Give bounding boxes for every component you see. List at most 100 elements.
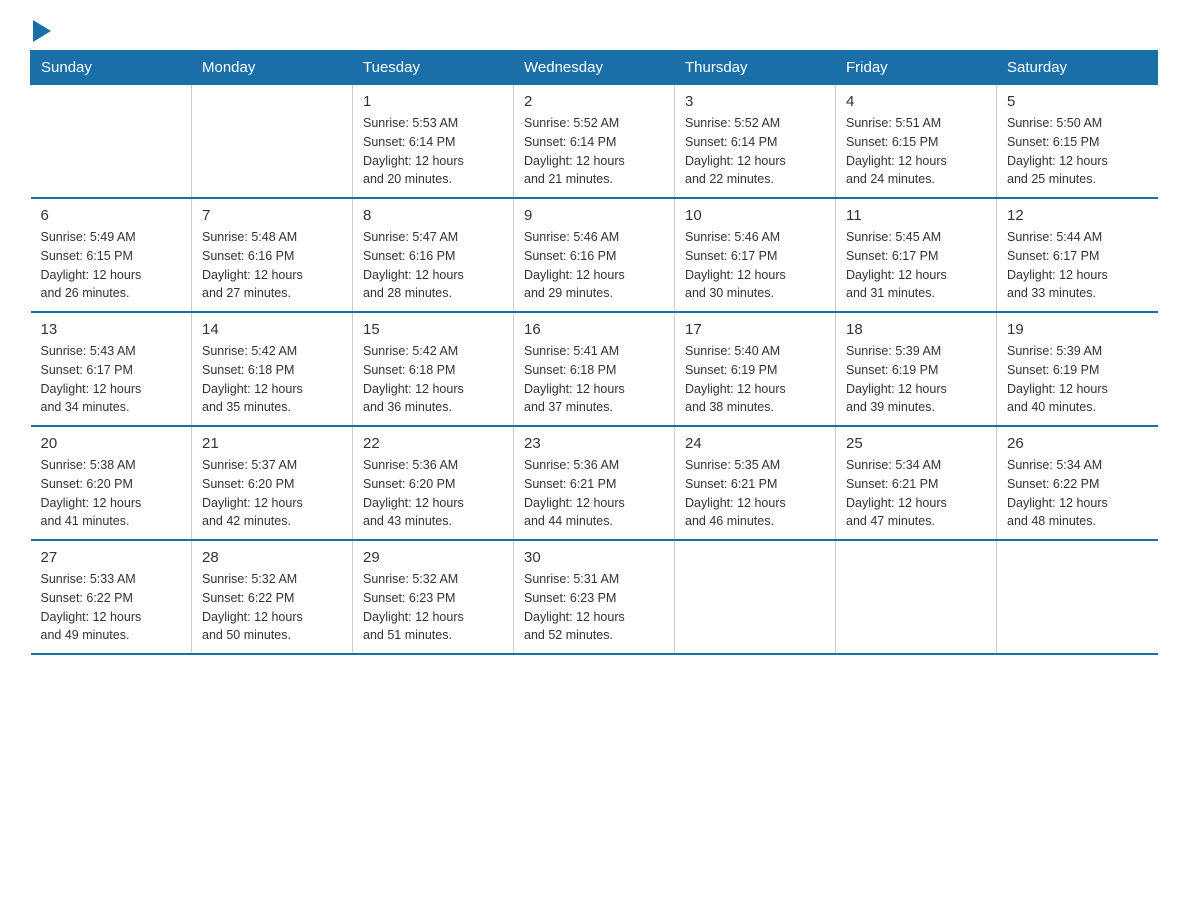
weekday-header-saturday: Saturday (997, 51, 1158, 85)
calendar-week-4: 20 Sunrise: 5:38 AMSunset: 6:20 PMDayligh… (31, 426, 1158, 540)
calendar-cell: 19 Sunrise: 5:39 AMSunset: 6:19 PMDayligh… (997, 312, 1158, 426)
day-info: Sunrise: 5:35 AMSunset: 6:21 PMDaylight:… (685, 456, 825, 531)
calendar-cell: 7 Sunrise: 5:48 AMSunset: 6:16 PMDaylight… (192, 198, 353, 312)
day-info: Sunrise: 5:46 AMSunset: 6:16 PMDaylight:… (524, 228, 664, 303)
header (30, 20, 1158, 42)
day-info: Sunrise: 5:33 AMSunset: 6:22 PMDaylight:… (41, 570, 182, 645)
day-info: Sunrise: 5:37 AMSunset: 6:20 PMDaylight:… (202, 456, 342, 531)
day-info: Sunrise: 5:43 AMSunset: 6:17 PMDaylight:… (41, 342, 182, 417)
day-number: 25 (846, 435, 986, 452)
day-number: 29 (363, 549, 503, 566)
day-info: Sunrise: 5:39 AMSunset: 6:19 PMDaylight:… (846, 342, 986, 417)
calendar-cell: 2 Sunrise: 5:52 AMSunset: 6:14 PMDaylight… (514, 85, 675, 199)
day-info: Sunrise: 5:48 AMSunset: 6:16 PMDaylight:… (202, 228, 342, 303)
calendar-week-5: 27 Sunrise: 5:33 AMSunset: 6:22 PMDayligh… (31, 540, 1158, 654)
day-info: Sunrise: 5:40 AMSunset: 6:19 PMDaylight:… (685, 342, 825, 417)
day-info: Sunrise: 5:39 AMSunset: 6:19 PMDaylight:… (1007, 342, 1148, 417)
calendar-cell: 11 Sunrise: 5:45 AMSunset: 6:17 PMDayligh… (836, 198, 997, 312)
weekday-header-wednesday: Wednesday (514, 51, 675, 85)
calendar-cell (31, 85, 192, 199)
weekday-header-thursday: Thursday (675, 51, 836, 85)
day-info: Sunrise: 5:52 AMSunset: 6:14 PMDaylight:… (524, 114, 664, 189)
day-number: 24 (685, 435, 825, 452)
day-info: Sunrise: 5:47 AMSunset: 6:16 PMDaylight:… (363, 228, 503, 303)
calendar-cell: 10 Sunrise: 5:46 AMSunset: 6:17 PMDayligh… (675, 198, 836, 312)
day-number: 9 (524, 207, 664, 224)
day-number: 26 (1007, 435, 1148, 452)
calendar-cell: 23Sunrise: 5:36 AMSunset: 6:21 PMDayligh… (514, 426, 675, 540)
day-info: Sunrise: 5:52 AMSunset: 6:14 PMDaylight:… (685, 114, 825, 189)
calendar-cell: 3Sunrise: 5:52 AMSunset: 6:14 PMDaylight… (675, 85, 836, 199)
day-info: Sunrise: 5:46 AMSunset: 6:17 PMDaylight:… (685, 228, 825, 303)
day-number: 19 (1007, 321, 1148, 338)
day-info: Sunrise: 5:32 AMSunset: 6:22 PMDaylight:… (202, 570, 342, 645)
day-number: 5 (1007, 93, 1148, 110)
calendar-cell (675, 540, 836, 654)
day-info: Sunrise: 5:41 AMSunset: 6:18 PMDaylight:… (524, 342, 664, 417)
day-info: Sunrise: 5:51 AMSunset: 6:15 PMDaylight:… (846, 114, 986, 189)
calendar-cell (997, 540, 1158, 654)
day-number: 17 (685, 321, 825, 338)
calendar-cell: 20 Sunrise: 5:38 AMSunset: 6:20 PMDayligh… (31, 426, 192, 540)
calendar-cell: 15 Sunrise: 5:42 AMSunset: 6:18 PMDayligh… (353, 312, 514, 426)
calendar-cell (836, 540, 997, 654)
calendar-cell: 17 Sunrise: 5:40 AMSunset: 6:19 PMDayligh… (675, 312, 836, 426)
day-number: 20 (41, 435, 182, 452)
calendar-week-1: 1 Sunrise: 5:53 AMSunset: 6:14 PMDaylight… (31, 85, 1158, 199)
calendar-body: 1 Sunrise: 5:53 AMSunset: 6:14 PMDaylight… (31, 85, 1158, 655)
day-number: 11 (846, 207, 986, 224)
day-number: 27 (41, 549, 182, 566)
day-number: 22 (363, 435, 503, 452)
day-number: 12 (1007, 207, 1148, 224)
day-number: 14 (202, 321, 342, 338)
day-number: 30 (524, 549, 664, 566)
day-number: 13 (41, 321, 182, 338)
day-number: 28 (202, 549, 342, 566)
day-info: Sunrise: 5:38 AMSunset: 6:20 PMDaylight:… (41, 456, 182, 531)
calendar-cell: 25 Sunrise: 5:34 AMSunset: 6:21 PMDayligh… (836, 426, 997, 540)
weekday-header-friday: Friday (836, 51, 997, 85)
calendar-table: SundayMondayTuesdayWednesdayThursdayFrid… (30, 50, 1158, 655)
logo (30, 20, 51, 42)
calendar-cell: 8 Sunrise: 5:47 AMSunset: 6:16 PMDaylight… (353, 198, 514, 312)
weekday-header-monday: Monday (192, 51, 353, 85)
day-number: 18 (846, 321, 986, 338)
calendar-cell: 14 Sunrise: 5:42 AMSunset: 6:18 PMDayligh… (192, 312, 353, 426)
day-info: Sunrise: 5:44 AMSunset: 6:17 PMDaylight:… (1007, 228, 1148, 303)
calendar-cell: 22 Sunrise: 5:36 AMSunset: 6:20 PMDayligh… (353, 426, 514, 540)
day-info: Sunrise: 5:45 AMSunset: 6:17 PMDaylight:… (846, 228, 986, 303)
calendar-cell: 9 Sunrise: 5:46 AMSunset: 6:16 PMDaylight… (514, 198, 675, 312)
day-number: 1 (363, 93, 503, 110)
day-number: 8 (363, 207, 503, 224)
calendar-cell: 12 Sunrise: 5:44 AMSunset: 6:17 PMDayligh… (997, 198, 1158, 312)
day-info: Sunrise: 5:36 AMSunset: 6:20 PMDaylight:… (363, 456, 503, 531)
calendar-cell (192, 85, 353, 199)
day-info: Sunrise: 5:53 AMSunset: 6:14 PMDaylight:… (363, 114, 503, 189)
calendar-cell: 30 Sunrise: 5:31 AMSunset: 6:23 PMDayligh… (514, 540, 675, 654)
calendar-cell: 5Sunrise: 5:50 AMSunset: 6:15 PMDaylight… (997, 85, 1158, 199)
day-number: 21 (202, 435, 342, 452)
day-number: 4 (846, 93, 986, 110)
calendar-cell: 4 Sunrise: 5:51 AMSunset: 6:15 PMDaylight… (836, 85, 997, 199)
calendar-cell: 29Sunrise: 5:32 AMSunset: 6:23 PMDayligh… (353, 540, 514, 654)
day-number: 10 (685, 207, 825, 224)
day-info: Sunrise: 5:49 AMSunset: 6:15 PMDaylight:… (41, 228, 182, 303)
calendar-cell: 18 Sunrise: 5:39 AMSunset: 6:19 PMDayligh… (836, 312, 997, 426)
day-info: Sunrise: 5:34 AMSunset: 6:21 PMDaylight:… (846, 456, 986, 531)
calendar-cell: 26 Sunrise: 5:34 AMSunset: 6:22 PMDayligh… (997, 426, 1158, 540)
day-info: Sunrise: 5:42 AMSunset: 6:18 PMDaylight:… (363, 342, 503, 417)
calendar-cell: 21 Sunrise: 5:37 AMSunset: 6:20 PMDayligh… (192, 426, 353, 540)
day-info: Sunrise: 5:31 AMSunset: 6:23 PMDaylight:… (524, 570, 664, 645)
day-number: 23 (524, 435, 664, 452)
calendar-cell: 13 Sunrise: 5:43 AMSunset: 6:17 PMDayligh… (31, 312, 192, 426)
day-info: Sunrise: 5:42 AMSunset: 6:18 PMDaylight:… (202, 342, 342, 417)
weekday-header-tuesday: Tuesday (353, 51, 514, 85)
weekday-header-row: SundayMondayTuesdayWednesdayThursdayFrid… (31, 51, 1158, 85)
day-number: 6 (41, 207, 182, 224)
day-number: 15 (363, 321, 503, 338)
day-info: Sunrise: 5:34 AMSunset: 6:22 PMDaylight:… (1007, 456, 1148, 531)
calendar-cell: 6 Sunrise: 5:49 AMSunset: 6:15 PMDaylight… (31, 198, 192, 312)
day-number: 2 (524, 93, 664, 110)
day-number: 7 (202, 207, 342, 224)
logo-arrow-icon (33, 20, 51, 42)
